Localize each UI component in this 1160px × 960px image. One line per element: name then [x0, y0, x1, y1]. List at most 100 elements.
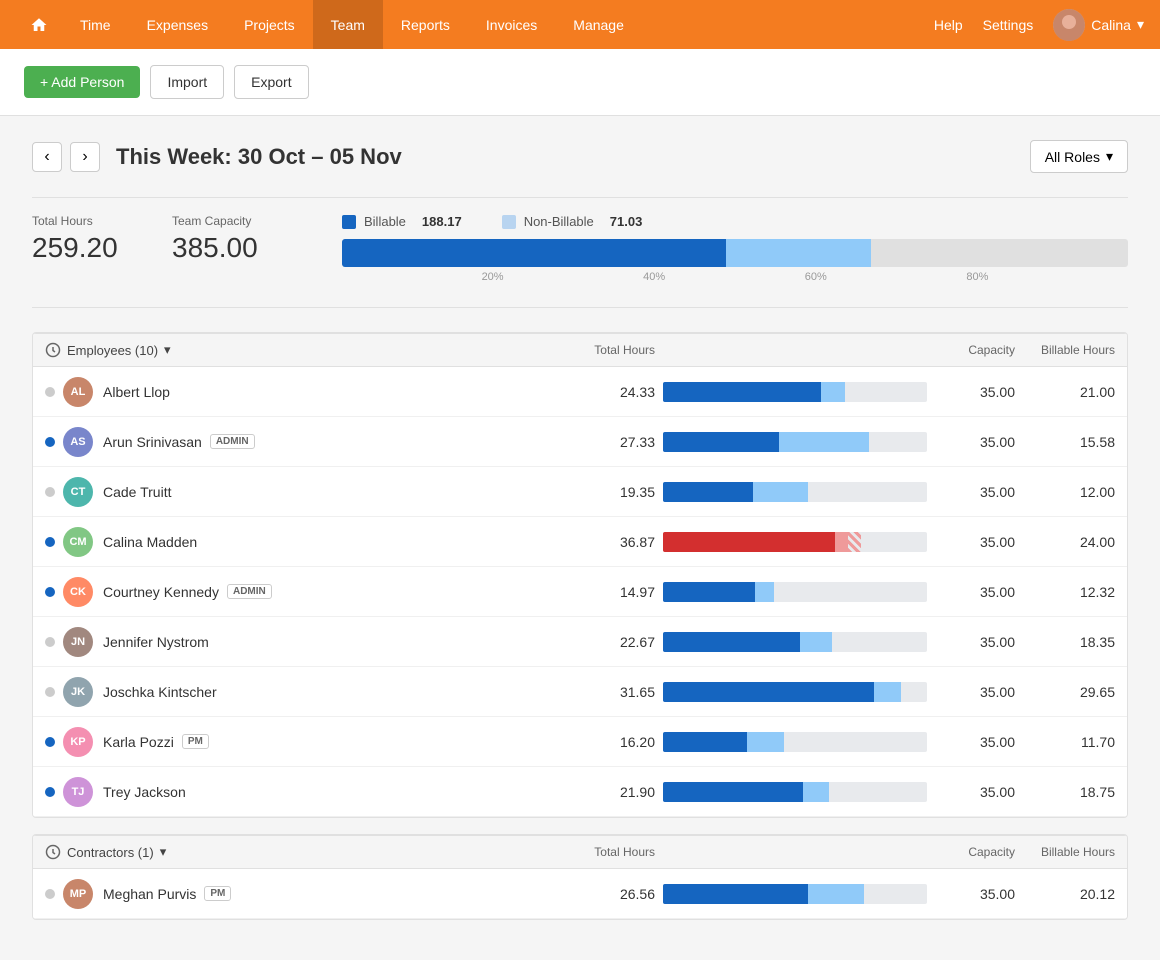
- employee-capacity: 35.00: [935, 584, 1015, 600]
- employee-name: Courtney Kennedy ADMIN: [103, 584, 535, 600]
- nav-user-chevron: ▾: [1137, 16, 1144, 33]
- nav-team[interactable]: Team: [313, 0, 383, 49]
- avatar: JN: [63, 627, 93, 657]
- nonbillable-legend-label: Non-Billable: [524, 214, 594, 229]
- employee-row[interactable]: CT Cade Truitt 19.35 35.00 12.00: [33, 467, 1127, 517]
- nav-home[interactable]: [16, 0, 62, 49]
- next-week-button[interactable]: ›: [70, 142, 100, 172]
- role-badge: PM: [182, 734, 209, 749]
- employee-hours: 16.20: [535, 734, 655, 750]
- nav-expenses[interactable]: Expenses: [129, 0, 226, 49]
- employee-row[interactable]: CM Calina Madden 36.87 35.00 24.0: [33, 517, 1127, 567]
- employee-name: Joschka Kintscher: [103, 684, 535, 700]
- total-hours-value: 259.20: [32, 232, 172, 264]
- employee-row[interactable]: AL Albert Llop 24.33 35.00 21.00: [33, 367, 1127, 417]
- toolbar: + Add Person Import Export: [0, 49, 1160, 116]
- employee-row[interactable]: MP Meghan Purvis PM 26.56 35.00 20.12: [33, 869, 1127, 919]
- nonbillable-legend-value: 71.03: [610, 214, 643, 229]
- employee-hours: 21.90: [535, 784, 655, 800]
- employee-bar-container: [655, 482, 935, 502]
- nav-help[interactable]: Help: [934, 17, 963, 33]
- roles-filter-button[interactable]: All Roles ▾: [1030, 140, 1128, 173]
- billable-color-swatch: [342, 215, 356, 229]
- week-nav: ‹ › This Week: 30 Oct – 05 Nov: [32, 142, 402, 172]
- employee-billable: 21.00: [1015, 384, 1115, 400]
- employee-name-text: Meghan Purvis: [103, 886, 196, 902]
- contractors-section-toggle[interactable]: Contractors (1) ▾: [45, 844, 535, 860]
- total-hours-stat: Total Hours 259.20: [32, 214, 172, 264]
- main-progress-bar: [342, 239, 1128, 267]
- status-dot: [45, 637, 55, 647]
- employee-name-text: Courtney Kennedy: [103, 584, 219, 600]
- employee-name: Trey Jackson: [103, 784, 535, 800]
- employee-row[interactable]: JK Joschka Kintscher 31.65 35.00 29.65: [33, 667, 1127, 717]
- employee-capacity: 35.00: [935, 684, 1015, 700]
- employee-capacity: 35.00: [935, 434, 1015, 450]
- employee-name: Meghan Purvis PM: [103, 886, 535, 902]
- clock-icon: [45, 342, 61, 358]
- week-date-range: 30 Oct – 05 Nov: [238, 144, 402, 169]
- employee-name-text: Calina Madden: [103, 534, 197, 550]
- avatar: TJ: [63, 777, 93, 807]
- employee-bar: [663, 482, 927, 502]
- nav-invoices[interactable]: Invoices: [468, 0, 555, 49]
- nav-time[interactable]: Time: [62, 0, 129, 49]
- employee-name-text: Trey Jackson: [103, 784, 186, 800]
- mark-80: 80%: [966, 271, 988, 283]
- status-dot: [45, 787, 55, 797]
- prev-week-button[interactable]: ‹: [32, 142, 62, 172]
- employee-hours: 26.56: [535, 886, 655, 902]
- employees-section-cols: Total Hours Capacity Billable Hours: [535, 343, 1115, 357]
- billable-legend-value: 188.17: [422, 214, 462, 229]
- employee-bar-container: [655, 582, 935, 602]
- contractors-section-label: Contractors (1): [67, 845, 154, 860]
- employee-bar: [663, 884, 927, 904]
- col-header-capacity-c: Capacity: [935, 845, 1015, 859]
- employee-row[interactable]: TJ Trey Jackson 21.90 35.00 18.75: [33, 767, 1127, 817]
- status-dot: [45, 387, 55, 397]
- nav-settings[interactable]: Settings: [983, 17, 1034, 33]
- col-header-total-hours: Total Hours: [535, 343, 655, 357]
- employee-row[interactable]: CK Courtney Kennedy ADMIN 14.97 35.00 12…: [33, 567, 1127, 617]
- employee-row[interactable]: KP Karla Pozzi PM 16.20 35.00 11.70: [33, 717, 1127, 767]
- employee-billable: 15.58: [1015, 434, 1115, 450]
- employee-bar-container: [655, 632, 935, 652]
- mark-40: 40%: [643, 271, 665, 283]
- employee-billable: 24.00: [1015, 534, 1115, 550]
- nav-user[interactable]: Calina ▾: [1053, 9, 1144, 41]
- mark-20: 20%: [482, 271, 504, 283]
- employee-row[interactable]: AS Arun Srinivasan ADMIN 27.33 35.00 15.…: [33, 417, 1127, 467]
- employees-section-toggle[interactable]: Employees (10) ▾: [45, 342, 535, 358]
- employee-name: Karla Pozzi PM: [103, 734, 535, 750]
- employee-billable: 12.00: [1015, 484, 1115, 500]
- employee-hours: 31.65: [535, 684, 655, 700]
- employee-capacity: 35.00: [935, 784, 1015, 800]
- employee-name: Albert Llop: [103, 384, 535, 400]
- roles-label: All Roles: [1045, 149, 1100, 165]
- nav-manage[interactable]: Manage: [555, 0, 642, 49]
- capacity-stat: Team Capacity 385.00: [172, 214, 312, 264]
- avatar: KP: [63, 727, 93, 757]
- employee-name: Arun Srinivasan ADMIN: [103, 434, 535, 450]
- employee-billable: 11.70: [1015, 734, 1115, 750]
- add-person-button[interactable]: + Add Person: [24, 66, 140, 98]
- import-button[interactable]: Import: [150, 65, 224, 99]
- employee-row[interactable]: JN Jennifer Nystrom 22.67 35.00 18.35: [33, 617, 1127, 667]
- status-dot: [45, 437, 55, 447]
- contractors-section: Contractors (1) ▾ Total Hours Capacity B…: [32, 834, 1128, 920]
- employee-hours: 27.33: [535, 434, 655, 450]
- employee-bar: [663, 782, 927, 802]
- nav-reports[interactable]: Reports: [383, 0, 468, 49]
- employee-hours: 24.33: [535, 384, 655, 400]
- capacity-label: Team Capacity: [172, 214, 312, 228]
- employee-hours: 36.87: [535, 534, 655, 550]
- status-dot: [45, 537, 55, 547]
- nav-projects[interactable]: Projects: [226, 0, 313, 49]
- roles-chevron-icon: ▾: [1106, 148, 1113, 165]
- employee-capacity: 35.00: [935, 634, 1015, 650]
- export-button[interactable]: Export: [234, 65, 308, 99]
- employee-bar: [663, 432, 927, 452]
- avatar: CK: [63, 577, 93, 607]
- billable-bar-fill: [342, 239, 726, 267]
- col-header-capacity: Capacity: [935, 343, 1015, 357]
